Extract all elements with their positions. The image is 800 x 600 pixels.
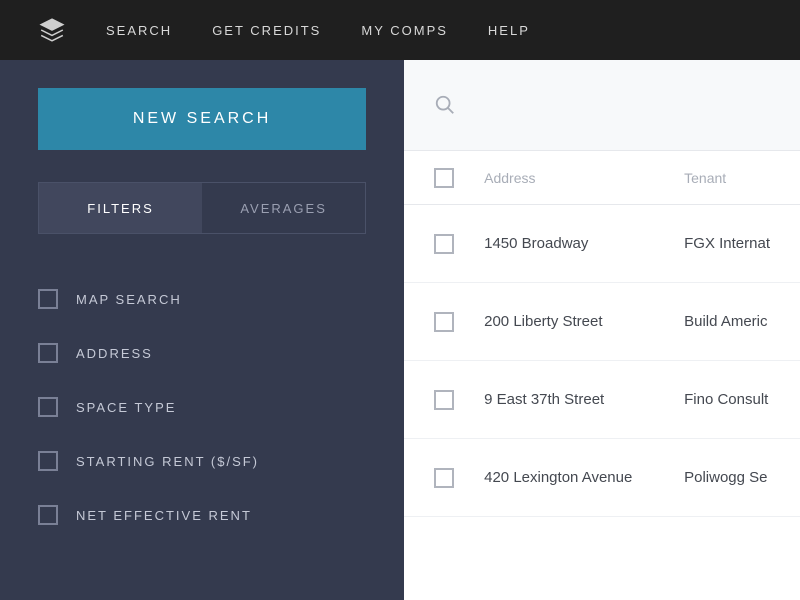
- row-checkbox[interactable]: [434, 312, 454, 332]
- sidebar-tabs: FILTERS AVERAGES: [38, 182, 366, 234]
- main-panel: Address Tenant 1450 Broadway FGX Interna…: [404, 60, 800, 600]
- tab-averages[interactable]: AVERAGES: [202, 183, 365, 233]
- row-checkbox[interactable]: [434, 234, 454, 254]
- checkbox-icon[interactable]: [38, 451, 58, 471]
- cell-tenant: FGX Internat: [684, 235, 770, 252]
- filter-label: MAP SEARCH: [76, 292, 182, 307]
- cell-address: 9 East 37th Street: [484, 391, 684, 408]
- filter-label: ADDRESS: [76, 346, 153, 361]
- nav-link-help[interactable]: HELP: [488, 23, 530, 38]
- filter-label: SPACE TYPE: [76, 400, 176, 415]
- filter-starting-rent[interactable]: STARTING RENT ($/SF): [38, 434, 366, 488]
- nav-link-credits[interactable]: GET CREDITS: [212, 23, 321, 38]
- search-icon[interactable]: [434, 94, 456, 116]
- cell-address: 200 Liberty Street: [484, 313, 684, 330]
- checkbox-icon[interactable]: [38, 343, 58, 363]
- header-tenant[interactable]: Tenant: [684, 170, 770, 186]
- layout: NEW SEARCH FILTERS AVERAGES MAP SEARCH A…: [0, 60, 800, 600]
- header-address[interactable]: Address: [484, 170, 684, 186]
- cell-tenant: Poliwogg Se: [684, 469, 770, 486]
- select-all-checkbox[interactable]: [434, 168, 454, 188]
- table-row[interactable]: 1450 Broadway FGX Internat: [404, 205, 800, 283]
- filter-map-search[interactable]: MAP SEARCH: [38, 272, 366, 326]
- filter-net-effective-rent[interactable]: NET EFFECTIVE RENT: [38, 488, 366, 542]
- cell-tenant: Fino Consult: [684, 391, 770, 408]
- nav-link-search[interactable]: SEARCH: [106, 23, 172, 38]
- new-search-button[interactable]: NEW SEARCH: [38, 88, 366, 150]
- filter-list: MAP SEARCH ADDRESS SPACE TYPE STARTING R…: [38, 272, 366, 542]
- cell-address: 1450 Broadway: [484, 235, 684, 252]
- table-row[interactable]: 9 East 37th Street Fino Consult: [404, 361, 800, 439]
- cell-tenant: Build Americ: [684, 313, 770, 330]
- tab-filters[interactable]: FILTERS: [39, 183, 202, 233]
- table-header: Address Tenant: [404, 151, 800, 205]
- top-nav: SEARCH GET CREDITS MY COMPS HELP: [0, 0, 800, 60]
- filter-address[interactable]: ADDRESS: [38, 326, 366, 380]
- filter-label: NET EFFECTIVE RENT: [76, 508, 252, 523]
- table-row[interactable]: 200 Liberty Street Build Americ: [404, 283, 800, 361]
- row-checkbox[interactable]: [434, 390, 454, 410]
- nav-link-comps[interactable]: MY COMPS: [361, 23, 448, 38]
- table-row[interactable]: 420 Lexington Avenue Poliwogg Se: [404, 439, 800, 517]
- checkbox-icon[interactable]: [38, 397, 58, 417]
- filter-label: STARTING RENT ($/SF): [76, 454, 259, 469]
- cell-address: 420 Lexington Avenue: [484, 469, 684, 486]
- checkbox-icon[interactable]: [38, 505, 58, 525]
- logo-icon[interactable]: [38, 16, 66, 44]
- filter-space-type[interactable]: SPACE TYPE: [38, 380, 366, 434]
- checkbox-icon[interactable]: [38, 289, 58, 309]
- sidebar: NEW SEARCH FILTERS AVERAGES MAP SEARCH A…: [0, 60, 404, 600]
- row-checkbox[interactable]: [434, 468, 454, 488]
- results-table: Address Tenant 1450 Broadway FGX Interna…: [404, 150, 800, 600]
- search-bar[interactable]: [404, 60, 800, 150]
